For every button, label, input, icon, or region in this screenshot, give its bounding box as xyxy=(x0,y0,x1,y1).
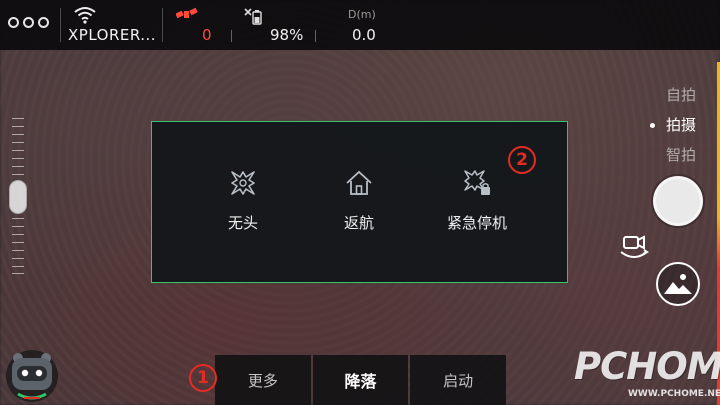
headless-mode-button[interactable]: 无头 xyxy=(188,168,298,233)
headless-mode-label: 无头 xyxy=(227,214,258,232)
network-name: XPLORER... xyxy=(68,26,157,44)
watermark-url: WWW.PCHOME.NET xyxy=(628,389,720,399)
camera-mode-list: 自拍 拍摄 智拍 xyxy=(649,80,696,170)
switch-camera-icon[interactable] xyxy=(618,232,650,262)
home-icon xyxy=(346,170,372,195)
gallery-icon xyxy=(664,274,692,294)
watermark-text: PCHOME xyxy=(574,345,720,388)
mode-capture-label: 拍摄 xyxy=(665,116,696,134)
return-home-button[interactable]: 返航 xyxy=(304,168,414,233)
mode-selfie[interactable]: 自拍 xyxy=(666,80,696,110)
distance-value: 0.0 xyxy=(352,26,376,44)
wifi-icon xyxy=(74,7,96,24)
drone-battery-icon xyxy=(244,8,262,25)
emergency-stop-drone-icon xyxy=(464,170,490,195)
start-button[interactable]: 启动 xyxy=(410,355,507,405)
divider xyxy=(60,8,61,42)
land-button[interactable]: 降落 xyxy=(312,355,409,405)
active-dot-icon xyxy=(649,123,655,128)
bottom-action-bar: 更多 降落 启动 xyxy=(215,355,507,405)
divider xyxy=(162,8,163,42)
more-dots-icon[interactable] xyxy=(8,17,49,28)
mode-smart[interactable]: 智拍 xyxy=(666,140,696,170)
satellite-icon xyxy=(176,8,198,19)
gallery-button[interactable] xyxy=(656,262,700,306)
distance-label: D(m) xyxy=(348,8,376,21)
annotation-marker-1: 1 xyxy=(189,364,217,392)
emergency-stop-label: 紧急停机 xyxy=(446,214,507,232)
return-home-label: 返航 xyxy=(343,214,374,232)
robot-avatar-icon[interactable] xyxy=(2,344,62,404)
altitude-slider[interactable] xyxy=(9,118,27,274)
shutter-button[interactable] xyxy=(653,176,703,226)
emergency-stop-button[interactable]: 紧急停机 xyxy=(422,168,532,233)
satellite-count: 0 xyxy=(202,26,212,44)
annotation-marker-2: 2 xyxy=(508,146,536,174)
slider-handle[interactable] xyxy=(9,180,27,214)
headless-drone-icon xyxy=(231,171,255,195)
watermark-logo: PCHOME WWW.PCHOME.NET xyxy=(570,345,720,405)
divider xyxy=(231,30,232,42)
mode-capture[interactable]: 拍摄 xyxy=(649,110,696,140)
battery-percent: 98% xyxy=(270,26,304,44)
status-bar: XPLORER... 0 98% D(m) 0.0 xyxy=(0,0,720,50)
divider xyxy=(315,30,316,42)
flight-control-popup: 无头 返航 紧急停机 xyxy=(151,121,568,283)
more-button[interactable]: 更多 xyxy=(215,355,311,405)
